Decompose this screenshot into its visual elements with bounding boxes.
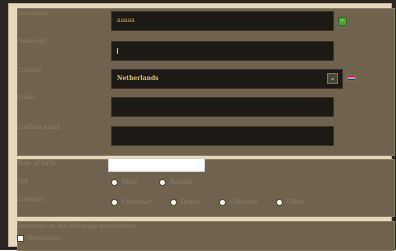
email-label: Email xyxy=(17,94,35,101)
check-icon: ✓ xyxy=(338,17,347,26)
category-radio-dealer[interactable] xyxy=(169,199,177,206)
gender-radio-group: Male Female xyxy=(111,179,192,186)
category-option-dealer: Dealer xyxy=(180,199,201,206)
birthday-input[interactable] xyxy=(108,158,205,172)
country-select[interactable]: Netherlands ⌄ xyxy=(111,69,343,89)
category-option-collector: Collector xyxy=(229,199,258,206)
password-input[interactable] xyxy=(111,41,334,61)
country-select-value: Netherlands xyxy=(117,75,159,82)
gender-radio-male[interactable] xyxy=(111,179,118,186)
password-label: Password xyxy=(17,38,46,45)
category-radio-other[interactable] xyxy=(275,199,283,206)
netherlands-flag-icon xyxy=(347,75,356,81)
category-option-other: Other xyxy=(286,199,305,206)
form-container xyxy=(8,3,395,251)
username-input[interactable]: aaaaa xyxy=(111,11,334,31)
newsletter-label: Subscribe to the following newsletters: xyxy=(17,223,137,230)
email-confirm-label: Confirm email xyxy=(17,124,61,131)
category-label: Category xyxy=(17,196,45,203)
gender-option-female: Female xyxy=(170,179,193,186)
gender-radio-female[interactable] xyxy=(159,179,167,186)
country-label: Country xyxy=(17,67,42,74)
window-frame: Username Password Country Email Confirm … xyxy=(0,0,396,251)
newsletter-checkbox[interactable] xyxy=(17,235,24,242)
gender-label: Sex xyxy=(17,178,29,185)
chevron-down-icon[interactable]: ⌄ xyxy=(327,73,338,84)
category-radio-group: Customer Dealer Collector Other xyxy=(111,199,304,206)
category-radio-customer[interactable] xyxy=(111,199,118,206)
newsletter-option-label: Newsletter xyxy=(27,235,61,242)
category-radio-collector[interactable] xyxy=(218,199,226,206)
gender-option-male: Male xyxy=(122,179,138,186)
category-option-customer: Customer xyxy=(122,199,152,206)
username-label: Username xyxy=(17,10,49,17)
profile-panel xyxy=(17,159,395,217)
email-confirm-input[interactable] xyxy=(111,126,334,146)
birthday-label: Date of birth xyxy=(17,160,56,167)
email-input[interactable] xyxy=(111,97,334,117)
